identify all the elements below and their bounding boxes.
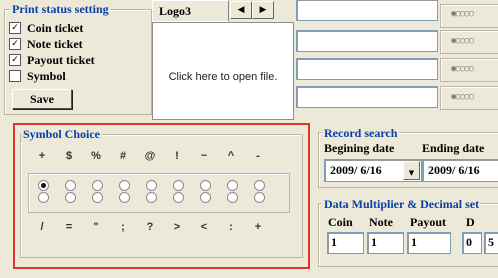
symbol-option: ~: [200, 150, 208, 162]
chevron-down-icon: ▼: [408, 169, 415, 177]
extra-value: 5: [488, 235, 494, 249]
radio-strip-2[interactable]: ◉○○○○: [451, 36, 474, 46]
symbol-option: /: [40, 221, 44, 233]
symbol-radio[interactable]: [38, 180, 49, 191]
save-button[interactable]: Save: [12, 89, 72, 109]
checkbox-label: Note ticket: [27, 36, 83, 51]
begin-date-label: Begining date: [324, 141, 395, 155]
symbol-radio[interactable]: [227, 180, 238, 191]
note-multiplier-input[interactable]: 1: [367, 232, 404, 254]
payout-header: Payout: [410, 215, 446, 229]
coin-multiplier-input[interactable]: 1: [327, 232, 364, 254]
begin-date-dropdown-button[interactable]: ▼: [403, 161, 420, 180]
begin-date-value: 2009/ 6/16: [330, 163, 382, 177]
symbol-radio[interactable]: [38, 192, 49, 203]
note-header: Note: [369, 215, 393, 229]
symbol-option: $: [65, 150, 73, 162]
logo-scroll-arrows: ◀ ▶: [230, 1, 274, 19]
symbol-option: -: [256, 150, 260, 162]
print-status-title: Print status setting: [10, 2, 111, 17]
symbol-radio[interactable]: [119, 192, 130, 203]
text-field-2[interactable]: [296, 30, 438, 52]
logo-tab[interactable]: Logo3: [152, 0, 229, 22]
logo-open-area[interactable]: Click here to open file.: [152, 22, 294, 120]
symbol-radio[interactable]: [254, 180, 265, 191]
payout-ticket-checkbox[interactable]: ✓ Payout ticket: [9, 52, 95, 68]
symbol-radio[interactable]: [119, 180, 130, 191]
payout-multiplier-value: 1: [411, 235, 417, 249]
symbol-option: +: [254, 221, 262, 233]
symbol-option: %: [91, 150, 101, 162]
symbol-radio[interactable]: [200, 180, 211, 191]
checkbox-box: ✓: [9, 54, 21, 66]
end-date-picker[interactable]: 2009/ 6/16: [422, 159, 498, 182]
decimal-input[interactable]: 0: [462, 232, 482, 254]
begin-date-picker[interactable]: 2009/ 6/16 ▼: [324, 159, 422, 182]
top-symbols-row: + $ % # @ ! ~ ^ -: [30, 150, 290, 164]
end-date-value: 2009/ 6/16: [428, 163, 480, 177]
symbol-radio[interactable]: [146, 180, 157, 191]
text-field-1[interactable]: [296, 0, 438, 21]
symbol-option: !: [175, 150, 179, 162]
symbol-option: :: [229, 221, 233, 233]
symbol-option: +: [38, 150, 46, 162]
text-field-4[interactable]: [296, 86, 438, 108]
symbol-radio[interactable]: [65, 180, 76, 191]
checkbox-label: Coin ticket: [27, 20, 84, 35]
symbol-radio[interactable]: [173, 180, 184, 191]
symbol-radio[interactable]: [92, 180, 103, 191]
decimal-value: 0: [466, 235, 472, 249]
symbol-radio[interactable]: [173, 192, 184, 203]
note-multiplier-value: 1: [371, 235, 377, 249]
bottom-symbols-row: / = " ; ? > < : +: [30, 221, 290, 235]
symbol-option: >: [173, 221, 181, 233]
payout-multiplier-input[interactable]: 1: [407, 232, 451, 254]
checkbox-box: ✓: [9, 38, 21, 50]
symbol-radio[interactable]: [227, 192, 238, 203]
multiplier-title: Data Multiplier & Decimal set: [322, 197, 482, 212]
print-status-list: ✓ Coin ticket ✓ Note ticket ✓ Payout tic…: [9, 20, 95, 84]
checkbox-box: [9, 70, 21, 82]
radio-strip-3[interactable]: ◉○○○○: [451, 64, 474, 74]
note-ticket-checkbox[interactable]: ✓ Note ticket: [9, 36, 95, 52]
symbol-radio[interactable]: [254, 192, 265, 203]
symbol-option: ;: [121, 221, 125, 233]
symbol-option: ?: [146, 221, 154, 233]
right-arrow-icon: ▶: [259, 5, 267, 15]
previous-arrow-button[interactable]: ◀: [230, 1, 252, 19]
symbol-option: ": [93, 221, 99, 233]
radio-strip-4[interactable]: ◉○○○○: [451, 92, 474, 102]
symbol-option: <: [200, 221, 208, 233]
symbol-choice-title: Symbol Choice: [21, 127, 103, 142]
record-search-title: Record search: [322, 126, 400, 141]
symbol-radio[interactable]: [146, 192, 157, 203]
open-file-hint: Click here to open file.: [168, 71, 278, 83]
checkbox-label: Payout ticket: [27, 52, 95, 67]
checkbox-label: Symbol: [27, 68, 66, 83]
symbol-option: #: [119, 150, 127, 162]
symbol-option: ^: [227, 150, 235, 162]
extra-input[interactable]: 5: [484, 232, 498, 254]
radio-strip-1[interactable]: ◉○○○○: [451, 9, 474, 19]
text-field-3[interactable]: [296, 58, 438, 80]
symbol-radio[interactable]: [92, 192, 103, 203]
symbol-radio[interactable]: [200, 192, 211, 203]
symbol-checkbox[interactable]: Symbol: [9, 68, 95, 84]
symbol-option: @: [144, 150, 156, 162]
left-arrow-icon: ◀: [237, 5, 245, 15]
next-arrow-button[interactable]: ▶: [252, 1, 274, 19]
decimal-header: D: [466, 215, 475, 229]
checkbox-box: ✓: [9, 22, 21, 34]
coin-multiplier-value: 1: [331, 235, 337, 249]
symbol-option: =: [65, 221, 73, 233]
symbol-radio-grid: [30, 180, 286, 206]
coin-header: Coin: [328, 215, 353, 229]
end-date-label: Ending date: [422, 141, 485, 155]
logo-tab-label: Logo3: [159, 4, 192, 18]
coin-ticket-checkbox[interactable]: ✓ Coin ticket: [9, 20, 95, 36]
symbol-radio[interactable]: [65, 192, 76, 203]
